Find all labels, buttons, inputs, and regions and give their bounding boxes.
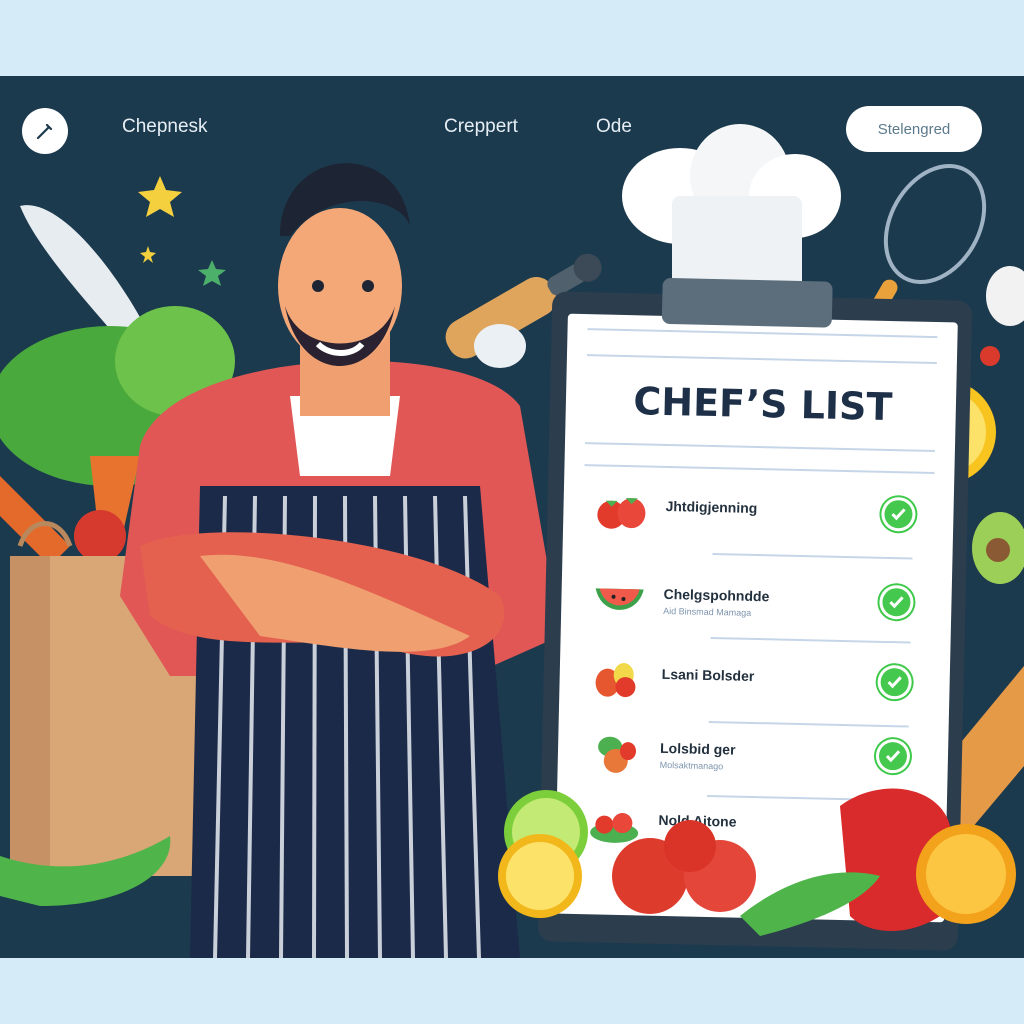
top-navigation: Chepnesk Creppert Ode Stelengred — [0, 76, 1024, 186]
pencil-icon — [36, 123, 53, 140]
tomato — [664, 820, 716, 872]
nav-item-creppert[interactable]: Creppert — [444, 116, 518, 138]
app-frame: CHEF’S LIST Jhtdigjenning Chelgspohndde … — [0, 76, 1024, 958]
foreground-produce — [498, 788, 1016, 936]
nav-item-chepnesk[interactable]: Chepnesk — [122, 116, 208, 138]
action-button[interactable]: Stelengred — [846, 106, 982, 152]
lemon-slice — [498, 834, 582, 918]
orange-slice — [916, 824, 1016, 924]
edit-button[interactable] — [22, 108, 68, 154]
nav-item-ode[interactable]: Ode — [596, 116, 632, 138]
